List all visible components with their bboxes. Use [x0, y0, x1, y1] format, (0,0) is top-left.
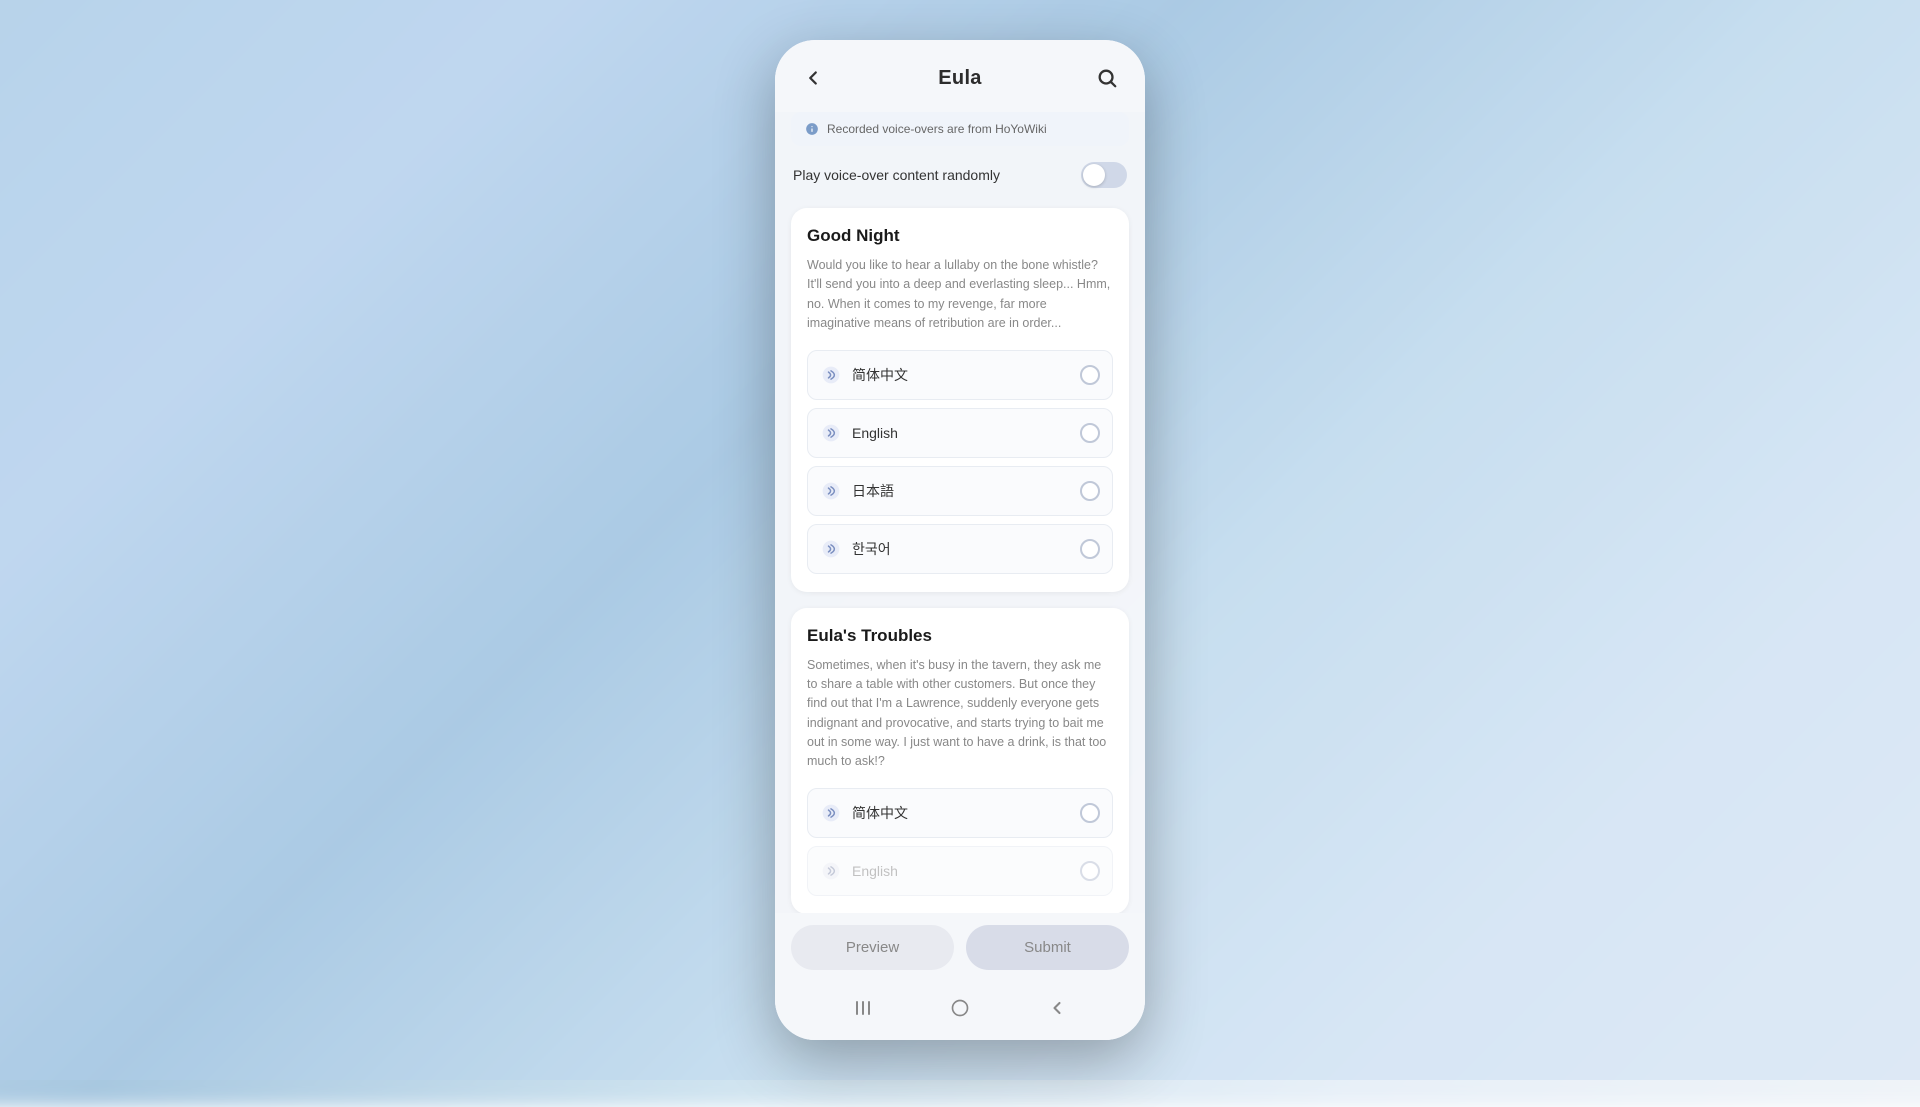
sound-icon-zh2: [820, 802, 842, 824]
submit-button[interactable]: Submit: [966, 925, 1129, 970]
android-nav-bar: [775, 986, 1145, 1040]
header: Eula: [775, 40, 1145, 112]
page-title: Eula: [938, 67, 981, 90]
radio-ja[interactable]: [1080, 481, 1100, 501]
toggle-row: Play voice-over content randomly: [791, 162, 1129, 188]
toggle-knob: [1083, 164, 1105, 186]
info-bar-text: Recorded voice-overs are from HoYoWiki: [827, 122, 1047, 136]
radio-en[interactable]: [1080, 423, 1100, 443]
lang-name-zh2: 简体中文: [852, 803, 908, 823]
lang-option-en2[interactable]: English: [807, 846, 1113, 896]
section-title-eulas-troubles: Eula's Troubles: [807, 626, 1113, 646]
lang-option-ja[interactable]: 日本語: [807, 466, 1113, 516]
lang-name-ko: 한국어: [852, 539, 891, 559]
back-button[interactable]: [795, 60, 831, 96]
lang-option-ko[interactable]: 한국어: [807, 524, 1113, 574]
android-back-icon[interactable]: [1045, 996, 1069, 1020]
sound-icon-en: [820, 422, 842, 444]
lang-name-en2: English: [852, 863, 898, 879]
lang-name-zh: 简体中文: [852, 365, 908, 385]
sound-icon-ko: [820, 538, 842, 560]
radio-en2[interactable]: [1080, 861, 1100, 881]
toggle-label: Play voice-over content randomly: [793, 167, 1000, 183]
phone-container: Eula Recorded voice-overs are from HoYoW…: [775, 40, 1145, 1040]
section-title-good-night: Good Night: [807, 226, 1113, 246]
search-button[interactable]: [1089, 60, 1125, 96]
preview-button[interactable]: Preview: [791, 925, 954, 970]
radio-zh2[interactable]: [1080, 803, 1100, 823]
sound-icon-ja: [820, 480, 842, 502]
info-icon: [805, 122, 819, 136]
lang-name-en: English: [852, 425, 898, 441]
voiceover-toggle[interactable]: [1081, 162, 1127, 188]
sound-icon-en2: [820, 860, 842, 882]
section-desc-good-night: Would you like to hear a lullaby on the …: [807, 256, 1113, 334]
section-eulas-troubles: Eula's Troubles Sometimes, when it's bus…: [791, 608, 1129, 914]
bottom-bar: Preview Submit: [775, 913, 1145, 986]
home-icon[interactable]: [948, 996, 972, 1020]
lang-option-zh[interactable]: 简体中文: [807, 350, 1113, 400]
section-good-night: Good Night Would you like to hear a lull…: [791, 208, 1129, 592]
lang-option-zh2[interactable]: 简体中文: [807, 788, 1113, 838]
info-bar: Recorded voice-overs are from HoYoWiki: [791, 112, 1129, 146]
lang-name-ja: 日本語: [852, 481, 894, 501]
radio-ko[interactable]: [1080, 539, 1100, 559]
scroll-content: Recorded voice-overs are from HoYoWiki P…: [775, 112, 1145, 913]
lang-option-en[interactable]: English: [807, 408, 1113, 458]
menu-icon[interactable]: [851, 996, 875, 1020]
radio-zh[interactable]: [1080, 365, 1100, 385]
sound-icon-zh: [820, 364, 842, 386]
section-desc-eulas-troubles: Sometimes, when it's busy in the tavern,…: [807, 656, 1113, 772]
